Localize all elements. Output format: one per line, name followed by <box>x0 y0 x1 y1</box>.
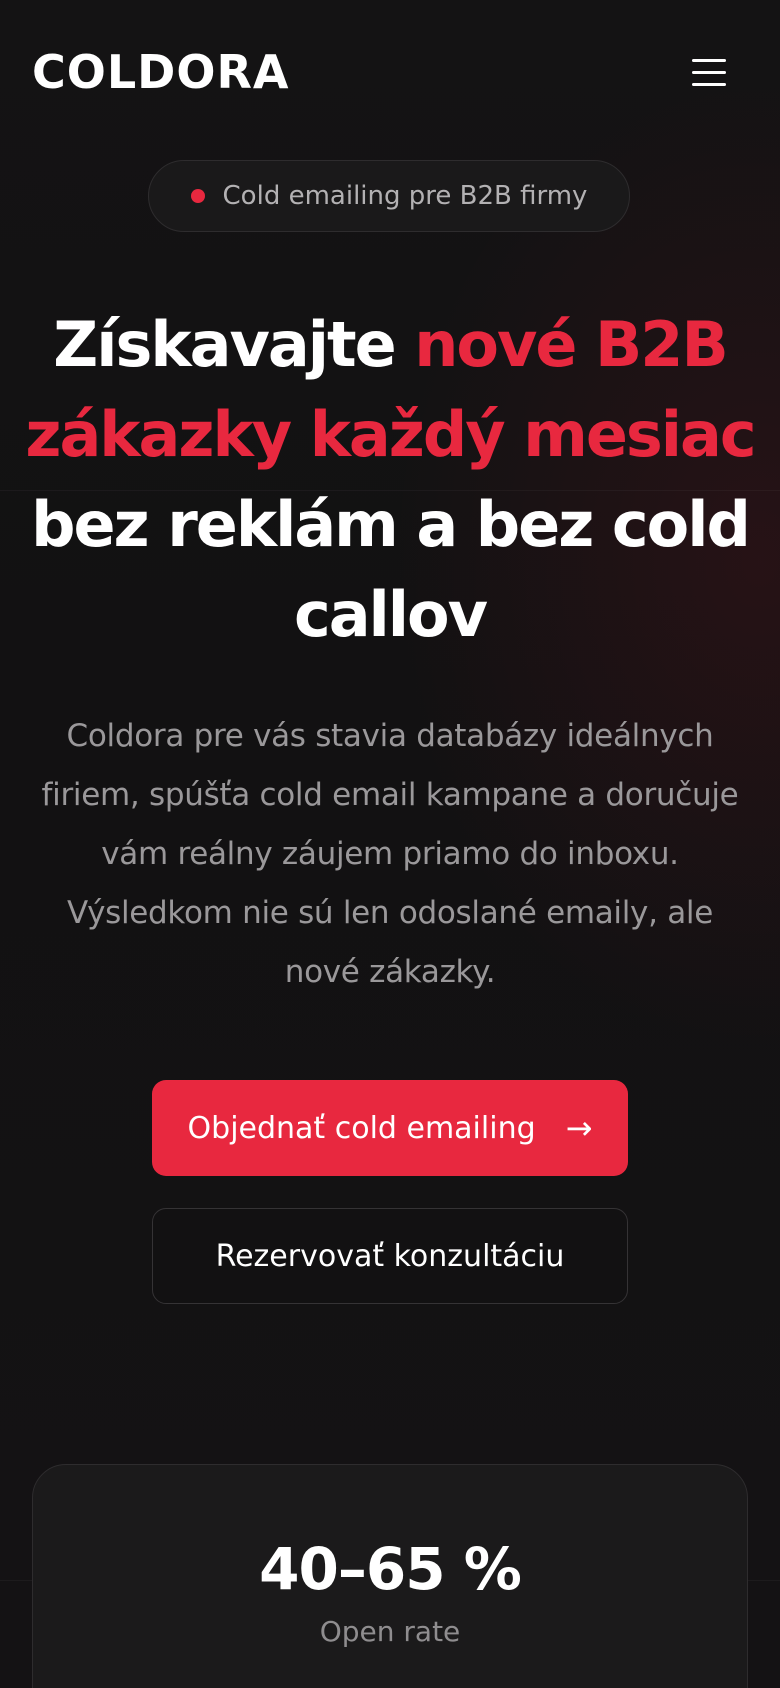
coldora-logo[interactable]: COLDORA <box>32 45 290 99</box>
headline-part: bez reklám a bez cold callov <box>31 488 751 651</box>
order-cold-emailing-button[interactable]: Objednať cold emailing → <box>152 1080 628 1176</box>
hero-headline: Získavajte nové B2B zákazky každý mesiac… <box>20 300 760 660</box>
stat-label: Open rate <box>319 1615 461 1648</box>
stat-value: 40–65 % <box>259 1535 522 1603</box>
menu-line <box>692 58 726 62</box>
book-consultation-label: Rezervovať konzultáciu <box>215 1238 565 1274</box>
hamburger-menu-icon[interactable] <box>686 52 732 92</box>
menu-line <box>692 70 726 74</box>
logo-text: COLDORA <box>32 45 290 99</box>
hero-description: Coldora pre vás stavia databázy ideálnyc… <box>41 718 739 990</box>
headline-part: Získavajte <box>53 308 415 381</box>
category-badge: Cold emailing pre B2B firmy <box>148 160 630 232</box>
order-cold-emailing-label: Objednať cold emailing <box>187 1110 536 1146</box>
arrow-right-icon: → <box>565 1109 593 1147</box>
menu-line <box>692 82 726 86</box>
badge-text: Cold emailing pre B2B firmy <box>222 181 588 211</box>
book-consultation-button[interactable]: Rezervovať konzultáciu <box>152 1208 628 1304</box>
red-dot-icon <box>190 189 205 203</box>
stat-card-open-rate: 40–65 % Open rate <box>32 1464 748 1688</box>
